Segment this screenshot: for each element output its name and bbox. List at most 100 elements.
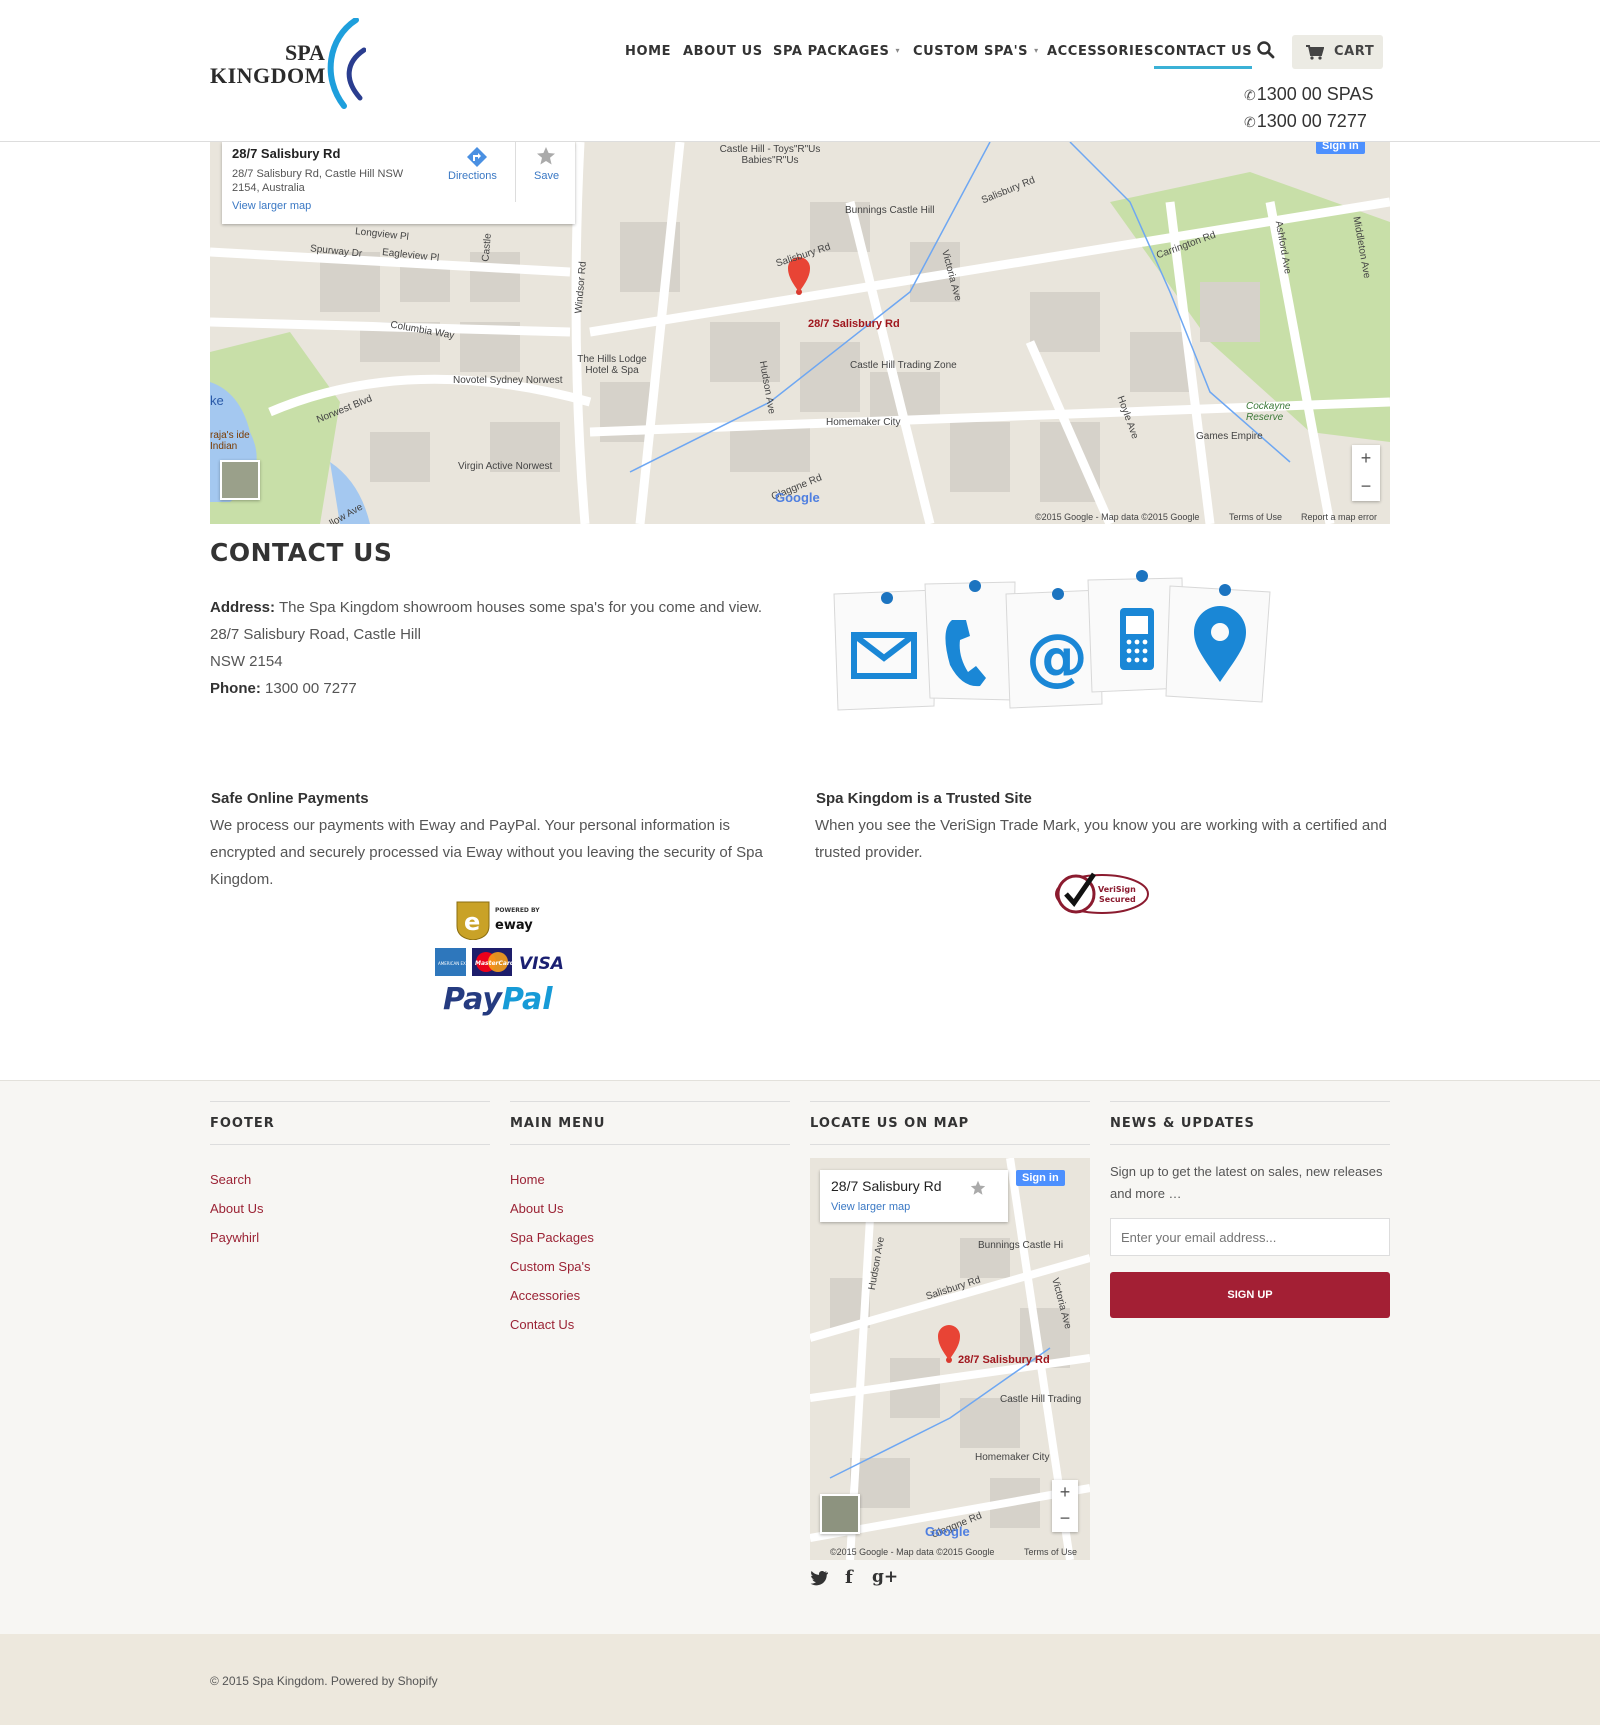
facebook-icon[interactable]: f <box>845 1567 853 1588</box>
nav-accessories[interactable]: ACCESSORIES <box>1047 44 1154 59</box>
nav-custom-spas[interactable]: CUSTOM SPA'S ▾ <box>913 44 1039 59</box>
locate-map-heading: LOCATE US ON MAP <box>810 1101 1090 1145</box>
footer-map-zoom-control: + − <box>1052 1480 1078 1532</box>
nav-packages-label: SPA PACKAGES <box>773 44 890 59</box>
map-report-error-link[interactable]: Report a map error <box>1301 512 1377 522</box>
trusted-text: When you see the VeriSign Trade Mark, yo… <box>815 817 1387 861</box>
footer-map-embed[interactable]: Bunnings Castle Hi Salisbury Rd Victoria… <box>810 1158 1090 1560</box>
eway-name-text: eway <box>495 918 533 933</box>
star-icon[interactable] <box>536 146 556 166</box>
cart-label: CART <box>1334 44 1375 59</box>
map-label-homemaker: Homemaker City <box>826 417 901 428</box>
twitter-icon[interactable] <box>810 1570 828 1586</box>
zoom-out-icon[interactable]: − <box>1352 473 1380 501</box>
map-marker-label: 28/7 Salisbury Rd <box>808 318 900 330</box>
at-sign-icon: @ <box>1026 620 1088 693</box>
sign-up-button[interactable]: SIGN UP <box>1110 1272 1390 1318</box>
footer-map-sign-in-button[interactable]: Sign in <box>1016 1170 1065 1186</box>
map-sign-in-button[interactable]: Sign in <box>1316 142 1365 154</box>
footer-link-search[interactable]: Search <box>210 1165 490 1194</box>
cart-button[interactable]: CART <box>1292 35 1383 69</box>
menu-link-home[interactable]: Home <box>510 1165 790 1194</box>
footer-map-marker-label: 28/7 Salisbury Rd <box>958 1354 1050 1366</box>
email-input[interactable] <box>1110 1218 1390 1256</box>
news-heading: NEWS & UPDATES <box>1110 1101 1390 1145</box>
footer-col-map: LOCATE US ON MAP <box>810 1101 1090 1145</box>
mastercard-text: MasterCard <box>475 960 515 967</box>
nav-about-label: ABOUT US <box>683 44 763 59</box>
footer-google-logo: Google <box>925 1524 970 1539</box>
menu-link-packages[interactable]: Spa Packages <box>510 1223 790 1252</box>
payments-text: We process our payments with Eway and Pa… <box>210 817 763 888</box>
footer-heading: FOOTER <box>210 1101 490 1145</box>
save-link[interactable]: Save <box>534 170 559 182</box>
nav-home[interactable]: HOME <box>625 44 671 59</box>
chevron-down-icon: ▾ <box>895 46 901 55</box>
footer-map-info-card: 28/7 Salisbury Rd View larger map <box>820 1170 1008 1222</box>
footer-link-about[interactable]: About Us <box>210 1194 490 1223</box>
phone-value[interactable]: 1300 00 7277 <box>265 680 357 697</box>
nav-contact-us[interactable]: CONTACT US <box>1154 44 1253 69</box>
nav-about-us[interactable]: ABOUT US <box>683 44 763 59</box>
phone-number-1[interactable]: ✆1300 00 SPAS <box>1244 84 1374 105</box>
email-note <box>833 589 937 711</box>
phone-number-2[interactable]: ✆1300 00 7277 <box>1244 111 1367 132</box>
google-plus-icon[interactable]: g+ <box>872 1567 898 1587</box>
map-label-toys: Castle Hill - Toys"R"Us Babies"R"Us <box>719 144 821 166</box>
zoom-in-icon[interactable]: + <box>1052 1480 1078 1506</box>
trusted-heading: Spa Kingdom is a Trusted Site <box>816 790 1032 807</box>
chevron-down-icon: ▾ <box>1034 46 1039 55</box>
menu-link-custom[interactable]: Custom Spa's <box>510 1252 790 1281</box>
directions-link[interactable]: Directions <box>448 170 497 182</box>
footer-col-main-menu: MAIN MENU Home About Us Spa Packages Cus… <box>510 1101 790 1339</box>
footer-link-paywhirl[interactable]: Paywhirl <box>210 1223 490 1252</box>
footer-map-card-title: 28/7 Salisbury Rd <box>831 1178 942 1194</box>
footer-map-terms-link[interactable]: Terms of Use <box>1024 1547 1077 1557</box>
footer-satellite-toggle[interactable] <box>820 1494 860 1534</box>
address-text: The Spa Kingdom showroom houses some spa… <box>278 599 763 616</box>
logo-word-kingdom: KINGDOM <box>210 63 326 88</box>
nav-spa-packages[interactable]: SPA PACKAGES ▾ <box>773 44 900 59</box>
map-label-cockayne: Cockayne Reserve <box>1246 401 1291 423</box>
address-state: NSW 2154 <box>210 653 283 670</box>
map-label-hills-lodge: The Hills Lodge Hotel & Spa <box>577 354 647 376</box>
phone-icon: ✆ <box>1244 87 1256 103</box>
page-title: CONTACT US <box>210 538 393 567</box>
map-card-address: 28/7 Salisbury Rd, Castle Hill NSW 2154,… <box>232 168 404 194</box>
view-larger-map-link[interactable]: View larger map <box>232 200 311 212</box>
phone-number-2-text: 1300 00 7277 <box>1256 111 1367 131</box>
map-label-games-empire: Games Empire <box>1196 431 1263 442</box>
footer-col-newsletter: NEWS & UPDATES Sign up to get the latest… <box>1110 1101 1390 1318</box>
menu-link-accessories[interactable]: Accessories <box>510 1281 790 1310</box>
site-header: SPA KINGDOM HOME ABOUT US SPA PACKAGES ▾ … <box>0 0 1600 142</box>
cart-icon <box>1306 45 1324 60</box>
logo-wave-icon <box>327 18 366 109</box>
address-line: Address: The Spa Kingdom showroom houses… <box>210 594 762 621</box>
footer-col-footer: FOOTER Search About Us Paywhirl <box>210 1101 490 1252</box>
google-map-embed[interactable]: Castle Hill - Toys"R"Us Babies"R"Us Bunn… <box>210 142 1390 524</box>
menu-link-contact[interactable]: Contact Us <box>510 1310 790 1339</box>
search-icon[interactable] <box>1256 40 1276 60</box>
map-label-virgin-active: Virgin Active Norwest <box>458 461 553 472</box>
zoom-out-icon[interactable]: − <box>1052 1506 1078 1532</box>
nav-custom-label: CUSTOM SPA'S <box>913 44 1029 59</box>
satellite-toggle[interactable] <box>220 460 260 500</box>
map-card-title: 28/7 Salisbury Rd <box>232 146 341 161</box>
card-divider <box>515 142 516 202</box>
directions-icon[interactable] <box>466 146 488 168</box>
spa-kingdom-logo[interactable]: SPA KINGDOM <box>210 18 370 110</box>
site-footer: FOOTER Search About Us Paywhirl MAIN MEN… <box>0 1080 1600 1634</box>
menu-link-about[interactable]: About Us <box>510 1194 790 1223</box>
paypal-pal: Pal <box>501 982 553 1017</box>
copyright-bar: © 2015 Spa Kingdom. Powered by Shopify <box>0 1634 1600 1725</box>
footer-view-larger-map-link[interactable]: View larger map <box>831 1201 910 1213</box>
map-terms-link[interactable]: Terms of Use <box>1229 512 1282 522</box>
eway-powered-text: POWERED BY <box>495 907 540 914</box>
phone-line: Phone: 1300 00 7277 <box>210 675 762 702</box>
map-zoom-control: + − <box>1352 445 1380 501</box>
card-logos: AMERICAN EXPRESS MasterCard VISA <box>435 948 564 976</box>
verisign-text: VeriSign <box>1098 885 1136 894</box>
map-label-lake: ke <box>210 393 224 408</box>
star-icon[interactable] <box>970 1180 986 1196</box>
zoom-in-icon[interactable]: + <box>1352 445 1380 473</box>
